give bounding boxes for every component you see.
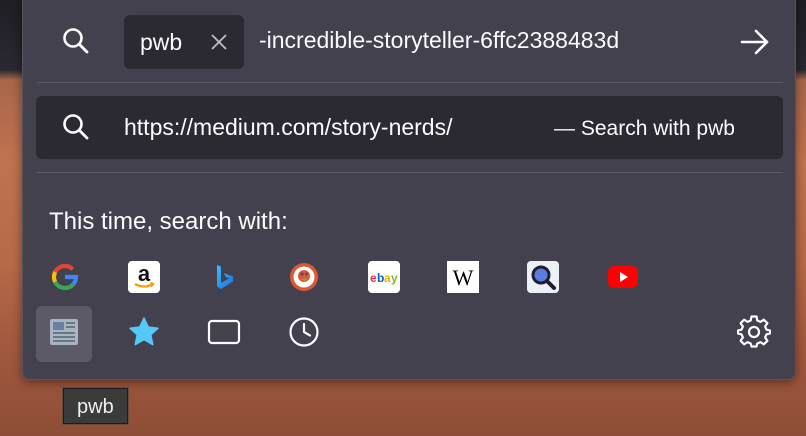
tab-icon [207, 319, 241, 350]
suggestion-url: https://medium.com/story-nerds/ [124, 114, 453, 140]
svg-text:a: a [384, 271, 391, 285]
amazon-icon[interactable]: a [127, 260, 161, 294]
bookmarks-button[interactable] [116, 306, 172, 362]
clock-icon [288, 316, 320, 353]
urlbar-input[interactable]: -incredible-storyteller-6ffc2388483d [259, 27, 739, 59]
pwb-engine-button[interactable] [36, 306, 92, 362]
youtube-icon[interactable] [606, 260, 640, 294]
svg-text:a: a [138, 261, 151, 286]
urlbar-popup: pwb -incredible-storyteller-6ffc2388483d… [22, 0, 796, 380]
history-button[interactable] [276, 306, 332, 362]
star-icon [127, 315, 161, 354]
bing-icon[interactable] [207, 260, 241, 294]
duckduckgo-icon[interactable] [287, 260, 321, 294]
divider [37, 172, 783, 173]
engine-tooltip: pwb [63, 388, 128, 424]
engine-chip-label: pwb [140, 28, 183, 55]
search-suggestion-row[interactable]: https://medium.com/story-nerds/ — Search… [36, 96, 783, 159]
search-engine-chip[interactable]: pwb [124, 15, 244, 69]
pwb-engine-icon [48, 316, 80, 353]
svg-text:e: e [370, 271, 377, 285]
svg-text:W: W [453, 265, 474, 290]
divider [37, 82, 783, 83]
go-arrow-icon[interactable] [739, 28, 771, 56]
svg-text:y: y [391, 271, 398, 285]
google-icon[interactable] [48, 260, 82, 294]
suggestion-action-label: — Search with pwb [554, 117, 735, 140]
ebay-icon[interactable]: e b a y [367, 260, 401, 294]
tabs-button[interactable] [196, 306, 252, 362]
magnifier-engine-icon[interactable] [526, 260, 560, 294]
search-icon [59, 110, 93, 144]
search-icon [59, 24, 93, 58]
close-icon[interactable] [208, 31, 230, 53]
search-settings-button[interactable] [726, 306, 782, 362]
urlbar-input-row[interactable]: pwb -incredible-storyteller-6ffc2388483d [23, 0, 795, 82]
gear-icon [736, 314, 772, 354]
one-off-heading: This time, search with: [49, 208, 288, 235]
wikipedia-icon[interactable]: W [446, 260, 480, 294]
